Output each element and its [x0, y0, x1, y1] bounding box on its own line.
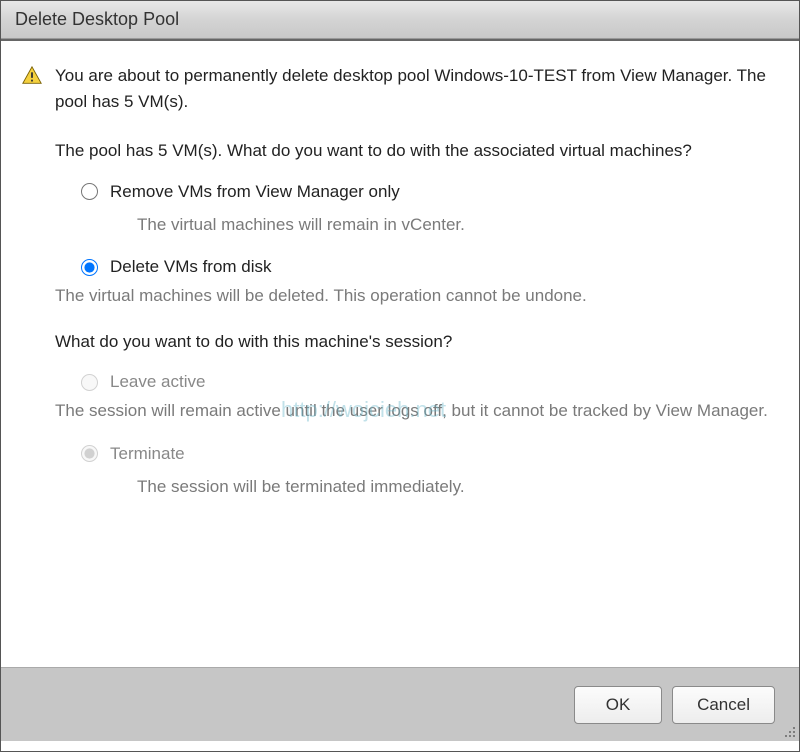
radio-terminate-label: Terminate — [110, 444, 185, 464]
terminate-description: The session will be terminated immediate… — [81, 474, 779, 500]
button-bar: OK Cancel — [1, 667, 799, 741]
cancel-button[interactable]: Cancel — [672, 686, 775, 724]
vm-question-text: The pool has 5 VM(s). What do you want t… — [55, 138, 779, 164]
radio-terminate-input — [81, 445, 98, 462]
radio-leave-active-input — [81, 374, 98, 391]
radio-leave-active: Leave active — [81, 372, 779, 392]
dialog-title: Delete Desktop Pool — [15, 9, 179, 29]
remove-vms-description: The virtual machines will remain in vCen… — [81, 212, 779, 238]
radio-delete-vms[interactable]: Delete VMs from disk — [81, 257, 779, 277]
session-radio-group: Leave active — [55, 372, 779, 392]
session-question-text: What do you want to do with this machine… — [55, 329, 779, 355]
vm-question-section: The pool has 5 VM(s). What do you want t… — [21, 138, 779, 309]
leave-active-description: The session will remain active until the… — [55, 398, 779, 424]
session-question-section: What do you want to do with this machine… — [21, 329, 779, 500]
warning-text: You are about to permanently delete desk… — [55, 63, 779, 114]
radio-leave-active-label: Leave active — [110, 372, 205, 392]
warning-row: You are about to permanently delete desk… — [21, 63, 779, 114]
radio-delete-vms-label: Delete VMs from disk — [110, 257, 272, 277]
vm-radio-group: Remove VMs from View Manager only The vi… — [55, 182, 779, 278]
radio-delete-vms-input[interactable] — [81, 259, 98, 276]
radio-remove-vms[interactable]: Remove VMs from View Manager only — [81, 182, 779, 202]
delete-vms-description: The virtual machines will be deleted. Th… — [55, 283, 779, 309]
ok-button[interactable]: OK — [574, 686, 662, 724]
dialog-content: You are about to permanently delete desk… — [1, 41, 799, 667]
session-radio-group-2: Terminate The session will be terminated… — [55, 444, 779, 500]
radio-remove-vms-input[interactable] — [81, 183, 98, 200]
titlebar: Delete Desktop Pool — [1, 1, 799, 39]
radio-remove-vms-label: Remove VMs from View Manager only — [110, 182, 400, 202]
warning-icon — [21, 65, 43, 87]
resize-grip-icon[interactable] — [782, 724, 796, 738]
radio-terminate: Terminate — [81, 444, 779, 464]
